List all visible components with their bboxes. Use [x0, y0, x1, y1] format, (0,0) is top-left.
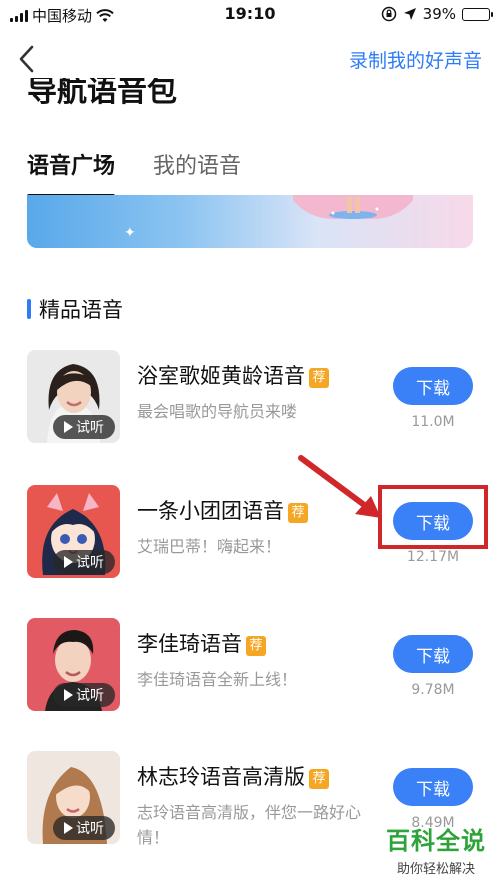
navigation-bar: 录制我的好声音	[0, 38, 500, 82]
play-icon	[64, 421, 73, 433]
file-size: 11.0M	[411, 414, 455, 430]
section-heading: 精品语音	[27, 294, 123, 324]
recommended-badge: 荐	[246, 636, 266, 656]
section-accent-bar	[27, 299, 31, 319]
voice-name-text: 浴室歌姬黄龄语音	[137, 364, 305, 388]
tab-voice-square[interactable]: 语音广场	[27, 148, 116, 198]
preview-button[interactable]: 试听	[53, 683, 115, 707]
watermark-title: 百科全说	[386, 827, 486, 855]
voice-name: 浴室歌姬黄龄语音荐	[137, 360, 329, 390]
file-size: 9.78M	[411, 682, 455, 698]
recommended-badge: 荐	[309, 769, 329, 789]
tab-bar: 语音广场 我的语音	[27, 148, 241, 198]
voice-item[interactable]: 试听 李佳琦语音荐 李佳琦语音全新上线！ 下载 9.78M	[27, 618, 477, 712]
annotation-highlight-box	[378, 485, 488, 549]
chevron-left-icon[interactable]	[14, 44, 40, 74]
preview-label: 试听	[76, 688, 104, 704]
preview-label: 试听	[76, 555, 104, 571]
battery-percent: 39%	[422, 5, 456, 23]
voice-name-text: 一条小团团语音	[137, 499, 284, 523]
preview-button[interactable]: 试听	[53, 816, 115, 840]
voice-name: 林志玲语音高清版荐	[137, 761, 329, 791]
watermark-subtitle: 助你轻松解决	[396, 862, 475, 877]
play-icon	[64, 556, 73, 568]
voice-name-text: 李佳琦语音	[137, 632, 242, 656]
voice-item[interactable]: 试听 浴室歌姬黄龄语音荐 最会唱歌的导航员来喽 下载 11.0M	[27, 350, 477, 444]
avatar: 试听	[27, 618, 120, 711]
recommended-badge: 荐	[309, 368, 329, 388]
location-arrow-icon	[403, 8, 416, 20]
voice-name-text: 林志玲语音高清版	[137, 765, 305, 789]
download-button[interactable]: 下载	[393, 635, 473, 673]
status-bar: 中国移动 19:10 39%	[0, 0, 500, 30]
download-button[interactable]: 下载	[393, 768, 473, 806]
watermark: 百科全说 助你轻松解决	[386, 821, 486, 877]
section-title: 精品语音	[39, 298, 123, 322]
banner-illustration	[293, 195, 413, 219]
preview-button[interactable]: 试听	[53, 415, 115, 439]
sparkle-icon: ✦	[124, 225, 136, 241]
promo-banner[interactable]: ✦	[27, 195, 473, 248]
preview-button[interactable]: 试听	[53, 550, 115, 574]
avatar: 试听	[27, 485, 120, 578]
avatar: 试听	[27, 751, 120, 844]
voice-name: 一条小团团语音荐	[137, 495, 308, 525]
voice-name: 李佳琦语音荐	[137, 628, 266, 658]
voice-description: 李佳琦语音全新上线！	[137, 670, 298, 689]
download-button[interactable]: 下载	[393, 367, 473, 405]
voice-description: 艾瑞巴蒂！嗨起来！	[137, 537, 282, 556]
play-icon	[64, 822, 73, 834]
voice-description: 最会唱歌的导航员来喽	[137, 402, 298, 421]
page-title: 导航语音包	[27, 78, 327, 116]
status-right: 39%	[381, 5, 493, 23]
preview-label: 试听	[76, 420, 104, 436]
voice-description: 志玲语音高清版，伴您一路好心情！	[137, 803, 362, 847]
preview-label: 试听	[76, 821, 104, 837]
play-icon	[64, 689, 73, 701]
file-size: 12.17M	[406, 549, 460, 565]
record-voice-link[interactable]: 录制我的好声音	[349, 46, 482, 73]
avatar: 试听	[27, 350, 120, 443]
battery-icon	[462, 7, 493, 21]
rotation-lock-icon	[381, 6, 396, 22]
tab-my-voice[interactable]: 我的语音	[153, 148, 241, 188]
page-title-text: 导航语音包	[27, 78, 177, 109]
